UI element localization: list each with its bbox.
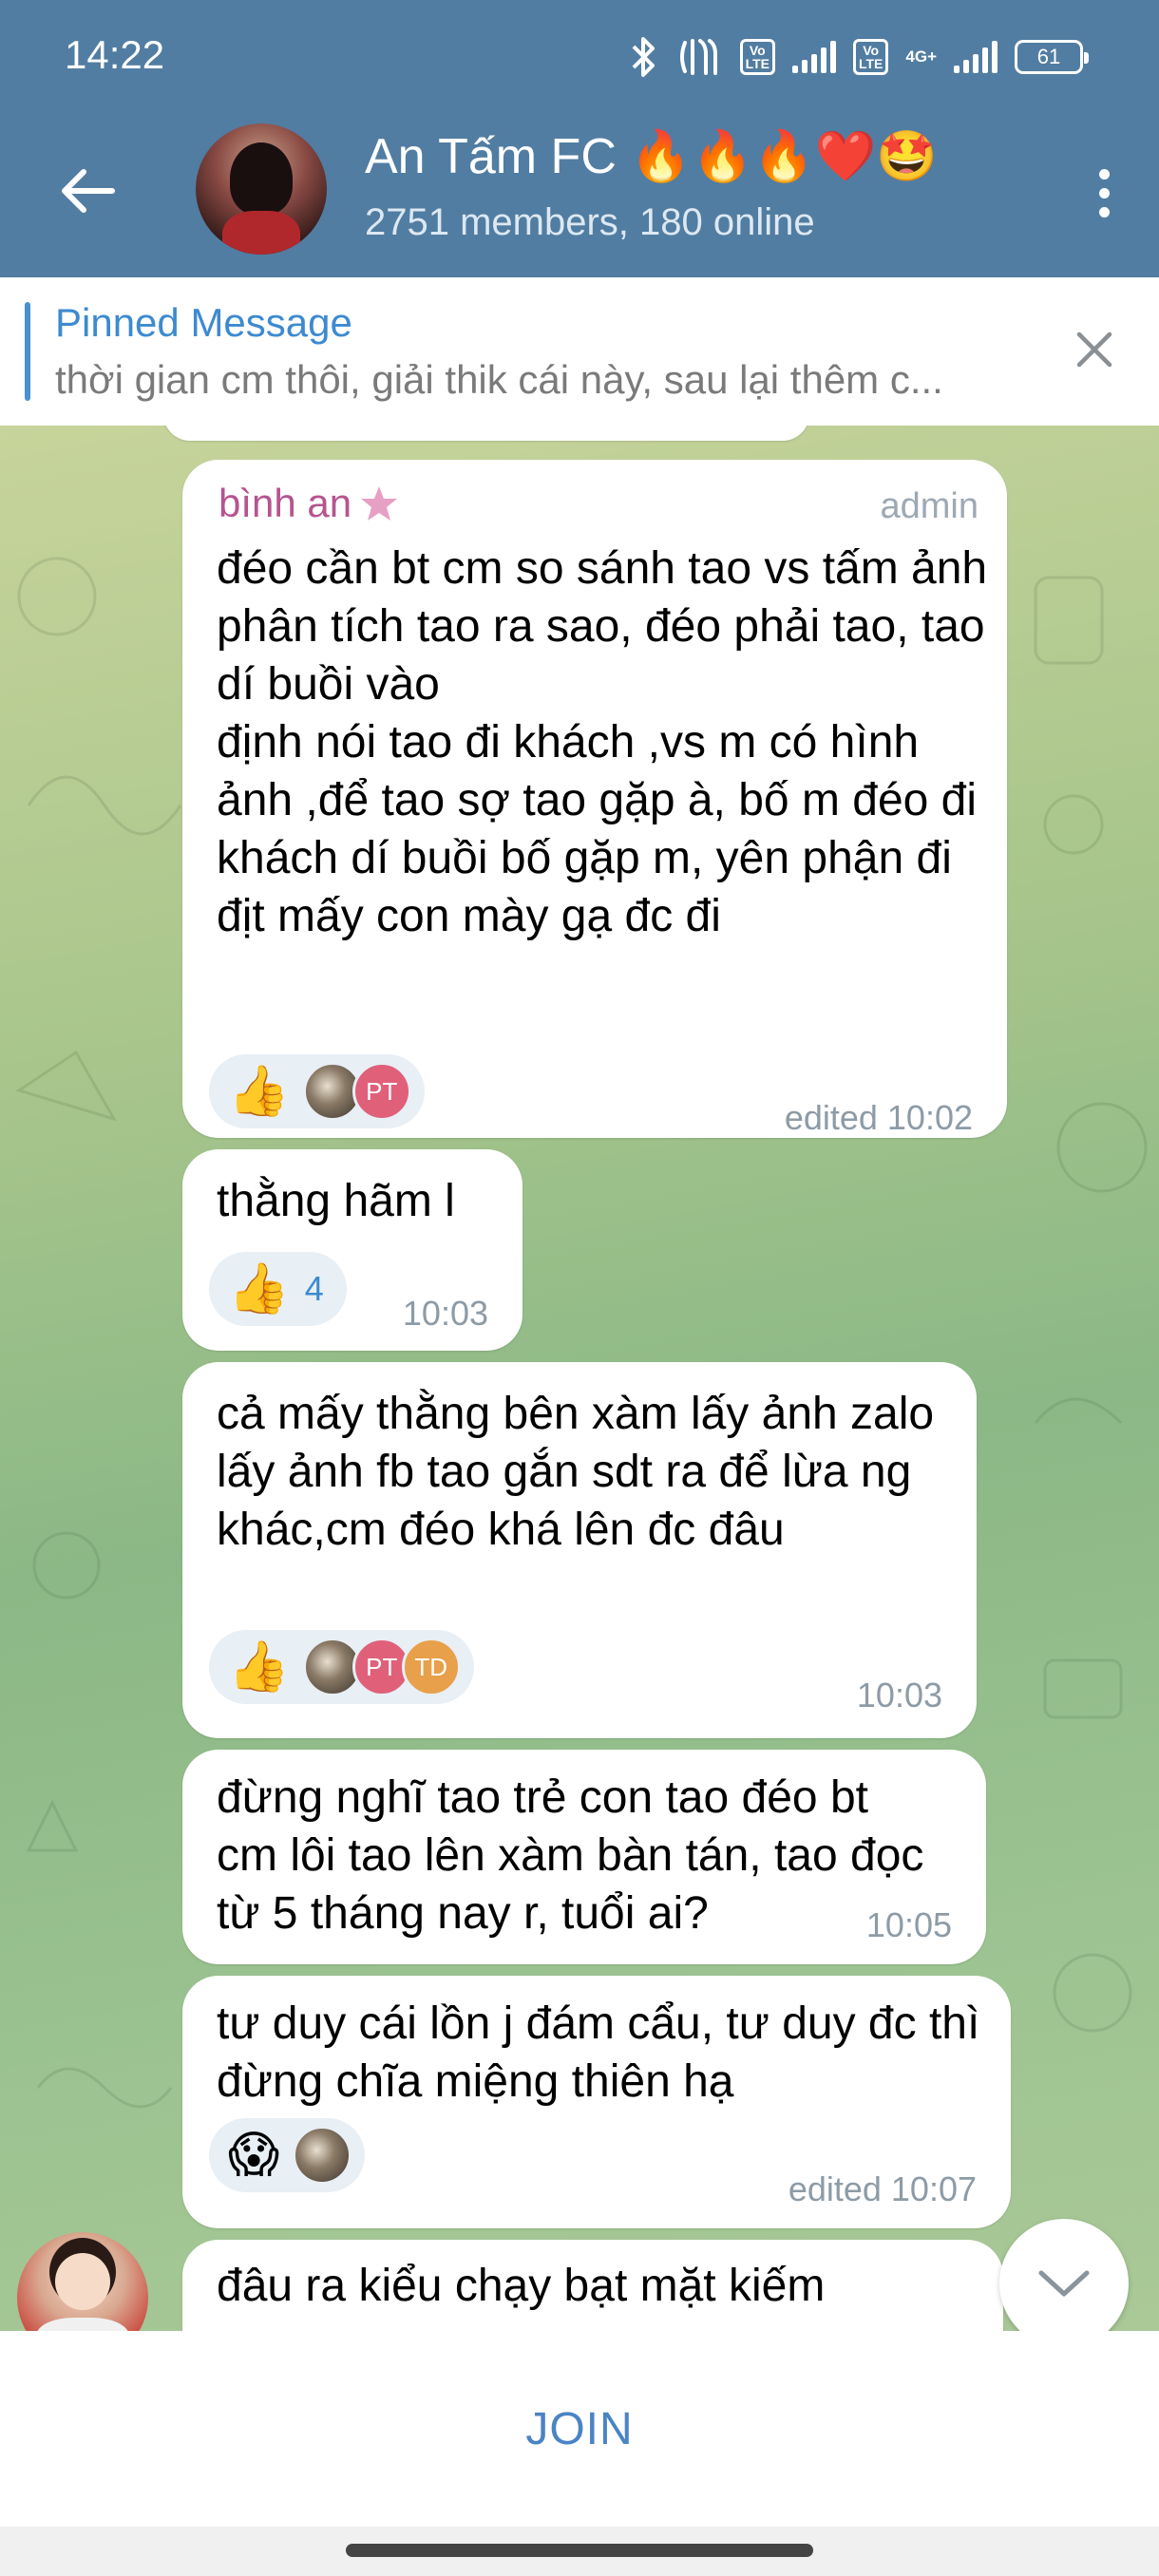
close-icon (1076, 331, 1112, 368)
vibrate-icon (677, 35, 723, 79)
reactor-avatar-pt: PT (352, 1062, 411, 1121)
message-bubble[interactable]: thằng hãm l 👍 4 10:03 (182, 1149, 522, 1351)
message-time: edited 10:07 (788, 2169, 977, 2208)
arrow-left-icon (62, 169, 115, 213)
volte-icon: Vo LTE (739, 39, 775, 75)
bluetooth-icon (628, 35, 660, 79)
chat-background: bình an admin đéo cần bt cm so sánh tao … (0, 426, 1159, 2331)
reactions-bar[interactable]: 👍 PT TD (209, 1630, 474, 1704)
battery-icon: 61 (1015, 40, 1089, 74)
scroll-down-button[interactable] (999, 2219, 1129, 2348)
status-icons: Vo LTE Vo LTE 4G+ 61 (628, 28, 1089, 85)
home-indicator[interactable] (346, 2544, 813, 2557)
volte-icon-2: Vo LTE (852, 39, 889, 75)
close-pinned-button[interactable] (1066, 321, 1123, 378)
message-text: cả mấy thằng bên xàm lấy ảnh zalo lấy ản… (217, 1389, 935, 1555)
message-time: 10:05 (865, 1905, 952, 1944)
thumbs-up-reaction: 👍 (228, 1064, 290, 1119)
group-avatar[interactable] (196, 123, 327, 255)
back-button[interactable] (49, 160, 125, 222)
thumbs-up-reaction: 👍 (228, 1261, 290, 1316)
message-bubble[interactable]: đừng nghĩ tao trẻ con tao đéo bt cm lôi … (182, 1750, 986, 1964)
signal-icon-2 (954, 41, 998, 73)
reactor-avatar-td: TD (401, 1638, 461, 1696)
status-bar: 14:22 Vo LTE Vo LTE 4G+ 61 (0, 0, 1159, 114)
pinned-title: Pinned Message (55, 300, 352, 345)
bottom-bar: JOIN (0, 2331, 1159, 2527)
chat-title[interactable]: An Tấm FC 🔥🔥🔥❤️🤩 (365, 127, 938, 185)
reactions-bar[interactable]: 😱 (209, 2118, 366, 2192)
message-text: tư duy cái lồn j đám cẩu, tư duy đc thì … (217, 1998, 980, 2107)
admin-badge: admin (880, 486, 979, 526)
message-time: edited 10:02 (784, 1098, 973, 1137)
thumbs-up-reaction: 👍 (228, 1639, 290, 1695)
message-text: đéo cần bt cm so sánh tao vs tấm ảnh phâ… (217, 543, 988, 941)
star-icon (361, 486, 398, 521)
reaction-count: 4 (304, 1269, 324, 1308)
message-text: thằng hãm l (217, 1176, 455, 1226)
pinned-message[interactable]: Pinned Message thời gian cm thôi, giải t… (0, 277, 1159, 426)
message-bubble[interactable]: đâu ra kiểu chạy bạt mặt kiếm (182, 2240, 1003, 2331)
scream-reaction: 😱 (228, 2128, 280, 2183)
chat-member-count: 2751 members, 180 online (365, 201, 815, 243)
reactor-avatar (293, 2126, 352, 2185)
status-time: 14:22 (65, 32, 165, 77)
message-text: đừng nghĩ tao trẻ con tao đéo bt cm lôi … (217, 1772, 924, 1939)
reactions-bar[interactable]: 👍 4 (209, 1252, 347, 1326)
message-bubble[interactable]: bình an admin đéo cần bt cm so sánh tao … (182, 460, 1007, 1138)
reactions-bar[interactable]: 👍 PT (209, 1054, 425, 1128)
message-time: 10:03 (402, 1294, 488, 1333)
message-time: 10:03 (856, 1676, 942, 1714)
message-bubble[interactable]: cả mấy thằng bên xàm lấy ảnh zalo lấy ản… (182, 1362, 977, 1738)
network-type-label: 4G+ (905, 47, 937, 66)
pinned-accent-bar (25, 302, 30, 401)
chevron-down-icon (1038, 2270, 1090, 2297)
previous-message-bubble (163, 426, 809, 441)
sender-name[interactable]: bình an (218, 481, 399, 526)
message-bubble[interactable]: tư duy cái lồn j đám cẩu, tư duy đc thì … (182, 1976, 1011, 2228)
message-text: đâu ra kiểu chạy bạt mặt kiếm (217, 2261, 826, 2311)
more-menu-button[interactable] (1077, 160, 1130, 226)
join-button[interactable]: JOIN (0, 2331, 1159, 2527)
pinned-text: thời gian cm thôi, giải thik cái này, sa… (55, 357, 943, 402)
chat-header: 14:22 Vo LTE Vo LTE 4G+ 61 An Tấm FC 🔥🔥🔥… (0, 0, 1159, 277)
signal-icon (791, 41, 836, 73)
